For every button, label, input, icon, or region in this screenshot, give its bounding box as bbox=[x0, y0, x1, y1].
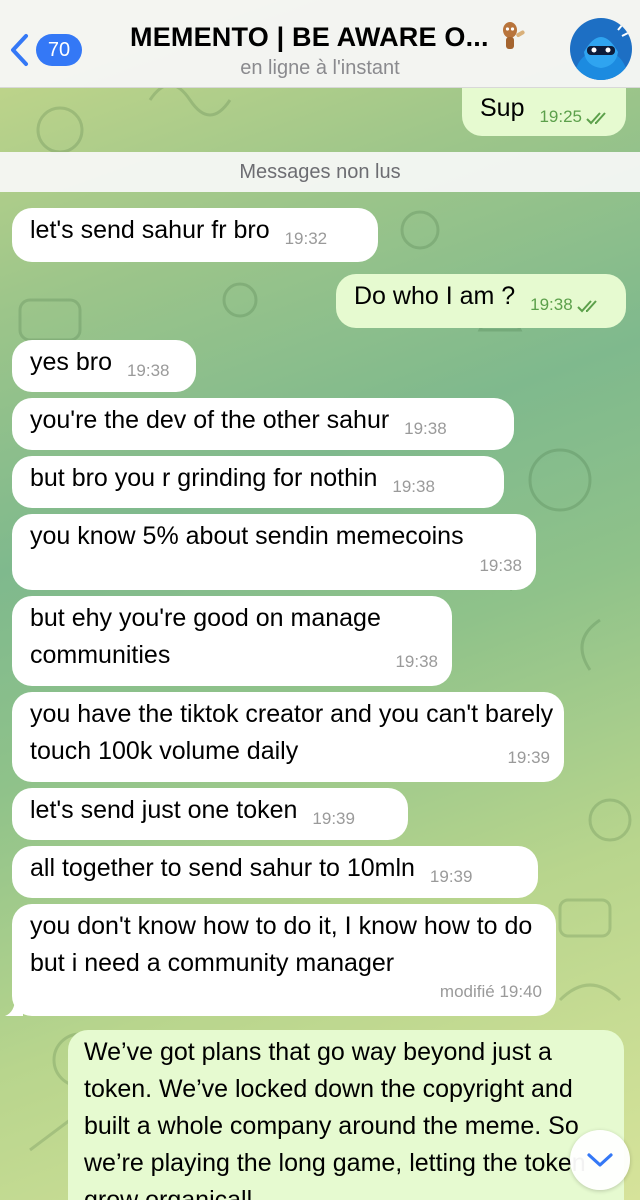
message-text: you know 5% about sendin memecoins bbox=[30, 522, 464, 550]
message-bubble-incoming[interactable]: you have the tiktok creator and you can'… bbox=[12, 692, 564, 782]
message-text: let's send sahur fr bro bbox=[30, 216, 270, 244]
message-time: 19:38 bbox=[395, 652, 438, 671]
message-text: you don't know how to do it, I know how … bbox=[30, 912, 533, 977]
message-bubble-incoming[interactable]: you don't know how to do it, I know how … bbox=[5, 904, 556, 1016]
message-text: Do who I am ? bbox=[354, 282, 516, 310]
chat-title: MEMENTO | BE AWARE O... bbox=[130, 20, 527, 54]
message-time: 19:39 bbox=[429, 867, 473, 886]
message-time: modifié 19:40 bbox=[439, 982, 542, 1001]
unread-count-badge: 70 bbox=[36, 34, 82, 66]
message-text: yes bro bbox=[30, 348, 112, 376]
message-time: 19:39 bbox=[312, 809, 355, 828]
message-text: but ehy you're good on manage communitie… bbox=[30, 604, 381, 669]
message-time: 19:38 bbox=[530, 286, 601, 323]
chat-title-area[interactable]: MEMENTO | BE AWARE O... en ligne à l'ins… bbox=[130, 20, 525, 80]
message-time: 19:38 bbox=[404, 419, 447, 438]
message-text: We’ve got plans that go way beyond just … bbox=[84, 1038, 586, 1200]
message-bubble-incoming[interactable]: let's send just one token 19:39 bbox=[12, 788, 408, 840]
message-text: all together to send sahur to 10mln bbox=[30, 854, 415, 882]
chat-title-text: MEMENTO | BE AWARE O... bbox=[130, 21, 489, 52]
message-bubble-incoming[interactable]: but bro you r grinding for nothin 19:38 bbox=[12, 456, 504, 508]
message-time: 19:38 bbox=[479, 556, 522, 575]
time-label: 19:25 bbox=[539, 107, 582, 126]
message-time: 19:39 bbox=[507, 748, 550, 767]
bubble-tail bbox=[5, 998, 23, 1016]
unread-separator: Messages non lus bbox=[0, 152, 640, 192]
message-time: 19:32 bbox=[284, 229, 328, 248]
message-bubble-incoming[interactable]: all together to send sahur to 10mln 19:3… bbox=[12, 846, 538, 898]
message-bubble-incoming[interactable]: yes bro 19:38 bbox=[12, 340, 196, 392]
message-bubble-incoming[interactable]: let's send sahur fr bro 19:32 bbox=[12, 208, 378, 262]
time-label: 19:38 bbox=[530, 295, 573, 314]
message-time: 19:38 bbox=[126, 361, 170, 380]
avatar[interactable] bbox=[570, 18, 632, 80]
message-time: 19:25 bbox=[539, 98, 610, 135]
message-bubble-outgoing[interactable]: Do who I am ? 19:38 bbox=[336, 274, 626, 328]
message-bubble-incoming[interactable]: you know 5% about sendin memecoins 19:38 bbox=[12, 514, 536, 590]
message-time: 19:38 bbox=[392, 477, 435, 496]
chevron-down-icon bbox=[587, 1153, 613, 1167]
message-text: but bro you r grinding for nothin bbox=[30, 464, 378, 492]
message-bubble-outgoing[interactable]: We’ve got plans that go way beyond just … bbox=[68, 1030, 624, 1200]
message-bubble-outgoing[interactable]: Sup 19:25 bbox=[462, 88, 626, 136]
message-text: you're the dev of the other sahur bbox=[30, 406, 390, 434]
chevron-left-icon bbox=[11, 34, 28, 66]
figure-emoji-icon bbox=[502, 22, 525, 49]
message-text: Sup bbox=[480, 94, 525, 122]
avatar-image bbox=[570, 18, 632, 80]
message-bubble-incoming[interactable]: you're the dev of the other sahur 19:38 bbox=[12, 398, 514, 450]
chat-status: en ligne à l'instant bbox=[240, 57, 400, 79]
message-text: you have the tiktok creator and you can'… bbox=[30, 700, 554, 765]
chat-header: 70 MEMENTO | BE AWARE O... en ligne à l'… bbox=[0, 0, 640, 88]
scroll-to-bottom-button[interactable] bbox=[570, 1130, 630, 1190]
double-check-icon bbox=[576, 299, 597, 312]
message-bubble-incoming[interactable]: but ehy you're good on manage communitie… bbox=[12, 596, 452, 686]
double-check-icon bbox=[586, 111, 606, 124]
message-text: let's send just one token bbox=[30, 796, 298, 824]
back-button[interactable]: 70 bbox=[6, 28, 82, 72]
